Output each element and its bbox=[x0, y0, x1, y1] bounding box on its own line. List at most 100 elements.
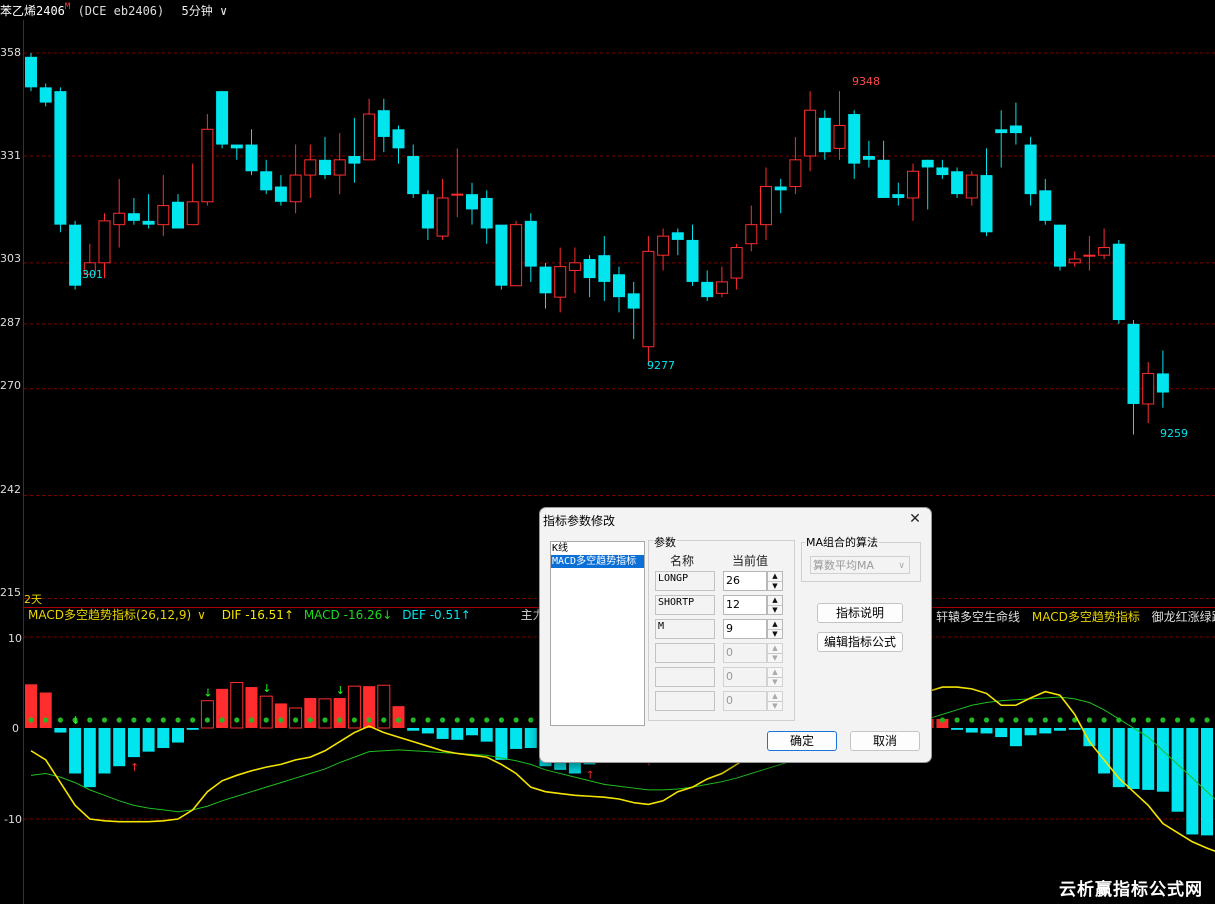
macd-histogram-bar bbox=[200, 700, 214, 729]
macd-histogram-bar bbox=[1054, 728, 1066, 731]
zero-line-dot bbox=[484, 717, 490, 723]
price-axis-label: 242 bbox=[0, 483, 21, 496]
macd-histogram-bar bbox=[980, 728, 993, 734]
macd-axis-label: 10 bbox=[8, 632, 22, 645]
candle-body-down bbox=[936, 167, 949, 176]
indicator-name[interactable]: MACD多空趋势指标(26,12,9) ∨ bbox=[28, 608, 212, 622]
zero-line-dot bbox=[1145, 717, 1151, 723]
param-spinner[interactable]: ▲ ▼ bbox=[767, 595, 783, 615]
macd-histogram-bar bbox=[113, 728, 126, 767]
candle-body-up bbox=[186, 201, 199, 226]
zero-line-dot bbox=[410, 717, 416, 723]
candle-body-down bbox=[598, 255, 611, 282]
candle-body-down bbox=[407, 156, 420, 195]
macd-histogram-bar bbox=[524, 728, 537, 749]
macd-histogram-bar bbox=[480, 728, 493, 742]
zero-line-dot bbox=[263, 717, 269, 723]
macd-histogram-bar bbox=[83, 728, 96, 788]
candle-body-down bbox=[995, 129, 1008, 134]
candle-body-down bbox=[25, 56, 37, 88]
cancel-button[interactable]: 取消 bbox=[850, 731, 920, 751]
candle-body-down bbox=[613, 274, 625, 298]
indicator-tab[interactable]: 御龙红涨绿跌指 bbox=[1152, 610, 1215, 624]
macd-axis-label: 0 bbox=[12, 722, 19, 735]
param-name: LONGP bbox=[655, 571, 715, 591]
zero-line-dot bbox=[1057, 717, 1063, 723]
macd-histogram-bar bbox=[407, 728, 420, 731]
zero-line-dot bbox=[513, 717, 519, 723]
param-name: SHORTP bbox=[655, 595, 715, 615]
candle-body-down bbox=[892, 194, 905, 198]
candle-body-down bbox=[980, 175, 993, 233]
zero-line-dot bbox=[190, 717, 196, 723]
price-axis-label: 270 bbox=[0, 379, 21, 392]
candle-body-down bbox=[862, 156, 875, 160]
price-axis-label: 358 bbox=[0, 46, 21, 59]
price-axis-label: 303 bbox=[0, 252, 21, 265]
candle-body-down bbox=[1054, 224, 1066, 267]
macd-histogram-bar bbox=[1039, 728, 1052, 734]
zero-line-dot bbox=[175, 717, 181, 723]
zero-line-dot bbox=[366, 717, 372, 723]
candle-body-up bbox=[1098, 247, 1111, 256]
candle-body-up bbox=[657, 235, 670, 256]
indicator-tab[interactable]: MACD多空趋势指标 bbox=[1032, 610, 1140, 624]
macd-histogram-bar bbox=[333, 697, 346, 728]
zero-line-dot bbox=[1160, 717, 1166, 723]
params-group-label: 参数 bbox=[653, 534, 677, 550]
param-spinner[interactable]: ▲ ▼ bbox=[767, 619, 783, 639]
candle-body-down bbox=[583, 259, 596, 279]
zero-line-dot bbox=[440, 717, 446, 723]
macd-histogram-bar bbox=[1127, 728, 1140, 789]
candle-body-down bbox=[627, 293, 640, 309]
chevron-down-icon: ∨ bbox=[197, 608, 206, 622]
spin-up-icon: ▲ bbox=[772, 692, 778, 700]
param-name bbox=[655, 691, 715, 711]
candle-body-down bbox=[671, 232, 684, 240]
candle-body-down bbox=[877, 159, 890, 198]
candle-body-up bbox=[510, 224, 523, 287]
period-selector[interactable]: 5分钟 ∨ bbox=[182, 4, 228, 18]
candle-body-down bbox=[377, 110, 390, 137]
zero-line-dot bbox=[1175, 717, 1181, 723]
price-axis-label: 331 bbox=[0, 149, 21, 162]
candle-body-up bbox=[833, 124, 846, 149]
zero-line-dot bbox=[248, 717, 255, 723]
down-arrow-icon: ↓ bbox=[71, 714, 80, 727]
zero-line-dot bbox=[1086, 717, 1092, 723]
candle-body-down bbox=[245, 144, 258, 172]
param-value-input[interactable]: 12 bbox=[723, 595, 767, 615]
indicator-explain-button[interactable]: 指标说明 bbox=[817, 603, 903, 623]
param-value-input[interactable]: 9 bbox=[723, 619, 767, 639]
macd-histogram-bar bbox=[259, 695, 273, 729]
close-icon[interactable]: ✕ bbox=[906, 510, 924, 528]
indicator-list[interactable]: K线 MACD多空趋势指标 bbox=[550, 541, 645, 726]
candle-body-up bbox=[201, 128, 214, 203]
chevron-down-icon: ∨ bbox=[898, 561, 905, 571]
ok-button[interactable]: 确定 bbox=[767, 731, 837, 751]
list-item[interactable]: K线 bbox=[551, 542, 644, 555]
zero-line-dot bbox=[1028, 717, 1034, 723]
param-value-input[interactable]: 26 bbox=[723, 571, 767, 591]
macd-histogram-bar bbox=[451, 728, 464, 740]
spin-up-icon: ▲ bbox=[772, 620, 778, 628]
macd-histogram-bar bbox=[951, 728, 964, 730]
zero-line-dot bbox=[87, 717, 93, 723]
candle-body-up bbox=[568, 262, 581, 271]
edit-formula-button[interactable]: 编辑指标公式 bbox=[817, 632, 903, 652]
zero-line-dot bbox=[28, 717, 34, 723]
candle-body-up bbox=[333, 159, 346, 176]
macd-histogram-bar bbox=[304, 697, 317, 728]
candle-body-down bbox=[392, 129, 405, 149]
chart-canvas[interactable]: ↑↑↑↑↑↓↓↓↓ bbox=[0, 0, 1215, 904]
param-spinner[interactable]: ▲ ▼ bbox=[767, 571, 783, 591]
indicator-tab[interactable]: 轩辕多空生命线 bbox=[936, 610, 1020, 624]
macd-histogram-bar bbox=[98, 728, 111, 774]
price-axis-label: 287 bbox=[0, 316, 21, 329]
list-item-selected[interactable]: MACD多空趋势指标 bbox=[551, 555, 644, 568]
watermark-text: 云析赢指标公式网 bbox=[1059, 880, 1203, 900]
zero-line-dot bbox=[1013, 717, 1019, 723]
macd-histogram-bar bbox=[1083, 728, 1096, 747]
candle-body-down bbox=[1024, 144, 1037, 195]
zero-line-dot bbox=[381, 717, 387, 723]
